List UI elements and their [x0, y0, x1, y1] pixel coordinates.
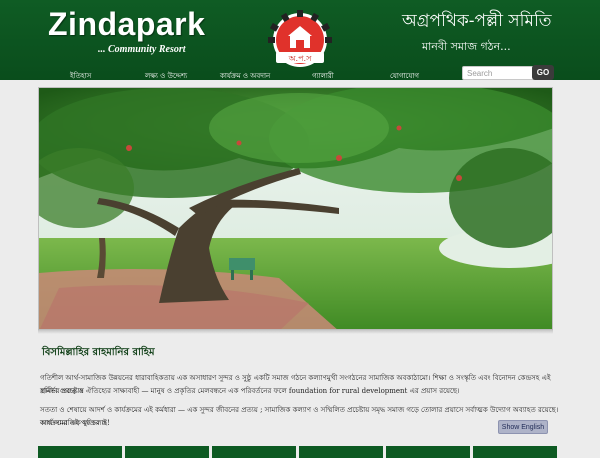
hero-shadow [38, 329, 553, 334]
nav-item-history[interactable]: ইতিহাস [70, 70, 91, 82]
nav-item-objectives[interactable]: লক্ষ্য ও উদ্দেশ্য [145, 70, 187, 82]
organization-emblem-icon[interactable]: অ.প.স [262, 8, 338, 68]
intro-paragraph-line-2: গ্রামীণ গুরুত্ব ও ঐতিহ্যের সাক্ষ্যবাহী —… [40, 387, 460, 395]
site-logo-subtitle: ... Community Resort [98, 44, 186, 55]
bottom-panel [473, 446, 557, 458]
organization-motto: মানবী সমাজ গঠন... [422, 40, 511, 53]
search-go-button[interactable]: GO [532, 65, 554, 80]
bottom-panel [212, 446, 296, 458]
bottom-panel [125, 446, 209, 458]
bottom-panel [386, 446, 470, 458]
show-english-button[interactable]: Show English [498, 420, 548, 434]
bottom-panel [299, 446, 383, 458]
hero-tree-photo [39, 88, 552, 329]
nav-item-contact[interactable]: যোগাযোগ [390, 70, 419, 82]
hero-image [38, 87, 553, 330]
intro-paragraph-line-4: কার্যক্রমের এই পথ চলাই! [40, 419, 110, 427]
organization-name: অগ্রপথিক-পল্লী সমিতি [402, 11, 552, 31]
nav-item-gallery[interactable]: গ্যালারী [312, 70, 334, 82]
site-logo-title[interactable]: Zindapark [48, 6, 205, 43]
bottom-panel [38, 446, 122, 458]
search-input[interactable] [462, 66, 540, 80]
nav-item-activities[interactable]: কার্যক্রম ও অবদান [220, 70, 270, 82]
section-title: বিসমিল্লাহির রাহমানির রাহিম [42, 347, 155, 358]
